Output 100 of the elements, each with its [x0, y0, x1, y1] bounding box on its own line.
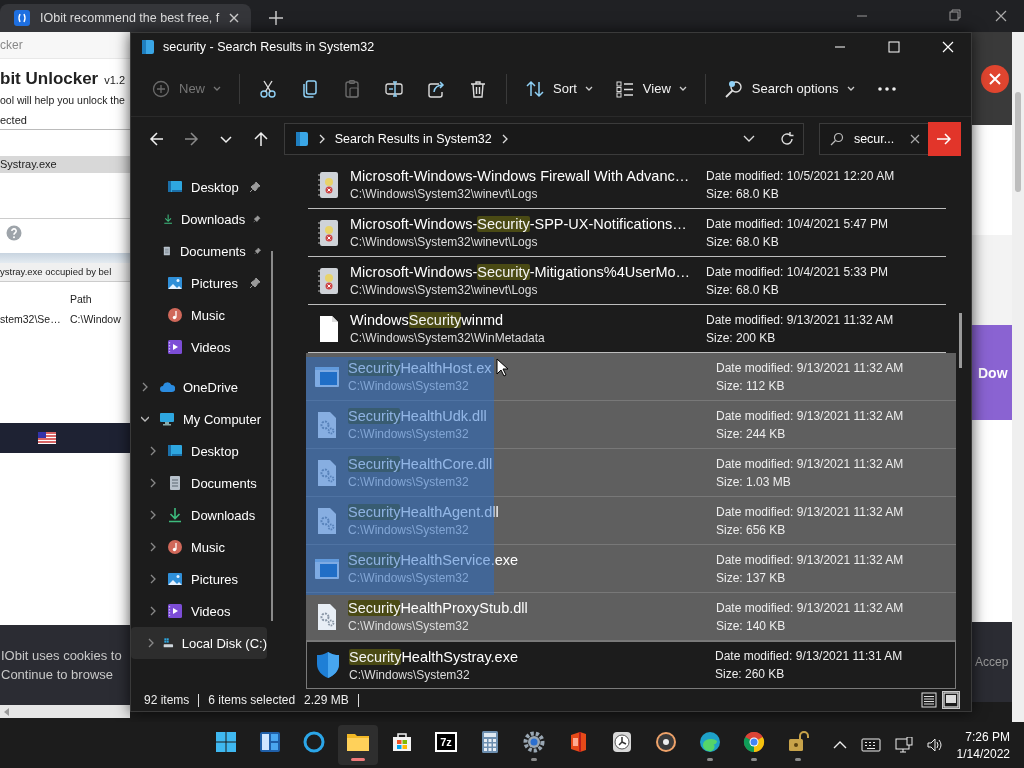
- address-bar[interactable]: Search Results in System32: [283, 123, 804, 155]
- file-path: C:\Windows\System32: [348, 523, 470, 537]
- file-path: C:\Windows\System32\winevt\Logs: [350, 235, 539, 249]
- pin-icon[interactable]: [249, 181, 261, 193]
- video-icon: [167, 339, 183, 355]
- chevron-icon[interactable]: [149, 510, 157, 520]
- file-path: C:\Windows\System32: [348, 427, 470, 441]
- download-icon: [167, 507, 183, 523]
- file-size: Size: 244 KB: [716, 426, 787, 441]
- chevron-icon[interactable]: [149, 446, 157, 456]
- view-button[interactable]: View: [604, 70, 697, 107]
- caret-icon: [584, 85, 593, 92]
- file-path: C:\Windows\System32: [349, 667, 471, 682]
- accept-button[interactable]: Accep: [972, 655, 1009, 669]
- search-options-icon: [723, 78, 744, 99]
- clear-icon[interactable]: [909, 134, 920, 144]
- clock-date[interactable]: 1/14/2022: [956, 746, 1010, 761]
- date-modified: Date modified: 9/13/2021 11:32 AM: [716, 408, 905, 423]
- nav-item[interactable]: Videos: [131, 331, 267, 363]
- horizontal-scrollbar[interactable]: [0, 705, 130, 718]
- nav-item[interactable]: Pictures: [131, 267, 267, 299]
- file-row[interactable]: Microsoft-Windows-Security-SPP-UX-Notifications… C:\Windows\System32\winevt\Logs Date modified: 10/4/2021 5:47 PM Size: 68.0 KB: [308, 209, 946, 257]
- nav-item[interactable]: Pictures: [131, 563, 267, 595]
- scrollbar-thumb[interactable]: [959, 313, 962, 368]
- volume-icon[interactable]: [926, 737, 943, 753]
- large-icons-view-icon[interactable]: [943, 692, 959, 708]
- file-size: Size: 68.0 KB: [706, 234, 780, 249]
- nav-item[interactable]: My Computer: [131, 403, 267, 435]
- cursor-icon: [496, 358, 508, 377]
- flag-icon: [38, 432, 56, 444]
- table-cell-text: stem32\Se…: [0, 313, 62, 325]
- file-row[interactable]: Microsoft-Windows-Windows Firewall With Advanc… C:\Windows\System32\winevt\Logs Date modified: 10/5/2021 12:20 AM Size: 68.0 KB: [308, 161, 946, 209]
- monitor-icon: [159, 411, 175, 427]
- clock-icon: [610, 729, 634, 754]
- close-ad-icon[interactable]: [980, 63, 1010, 94]
- scrollbar-thumb[interactable]: [1015, 92, 1021, 192]
- chevron-icon[interactable]: [149, 478, 157, 488]
- scissors-icon: [258, 78, 278, 99]
- search-field[interactable]: secur...: [818, 123, 928, 155]
- chevron-icon[interactable]: [149, 606, 157, 616]
- chevron-icon[interactable]: [141, 382, 149, 392]
- selected-file[interactable]: Systray.exe: [0, 156, 130, 173]
- chevron-icon[interactable]: [147, 638, 155, 648]
- file-path: C:\Windows\System32: [348, 379, 470, 393]
- file-row[interactable]: SecurityHealthCore.dll C:\Windows\System32 Date modified: 9/13/2021 11:32 AM Size: 1.03 MB: [306, 449, 956, 497]
- file-row[interactable]: SecurityHealthUdk.dll C:\Windows\System32 Date modified: 9/13/2021 11:32 AM Size: 244 KB: [306, 401, 956, 449]
- nav-item[interactable]: Desktop: [131, 435, 267, 467]
- vertical-scrollbar[interactable]: [1012, 32, 1024, 722]
- nav-item[interactable]: Desktop: [131, 171, 267, 203]
- video-icon: [167, 603, 183, 619]
- keyboard-icon[interactable]: [860, 738, 881, 752]
- cloud-icon: [159, 379, 175, 395]
- nav-item[interactable]: OneDrive: [131, 371, 267, 403]
- browser-tab[interactable]: IObit recommend the best free, f: [0, 4, 252, 32]
- download-button[interactable]: Dow: [972, 325, 1012, 420]
- pin-icon[interactable]: [249, 277, 261, 289]
- nav-item[interactable]: Music: [131, 299, 267, 331]
- date-modified: Date modified: 10/4/2021 5:33 PM: [706, 264, 890, 279]
- gear-icon: [522, 729, 546, 754]
- refresh-icon[interactable]: [778, 131, 795, 147]
- search-options-button[interactable]: Search options: [713, 70, 865, 107]
- pin-icon[interactable]: [253, 245, 261, 257]
- nav-item[interactable]: Downloads: [131, 203, 267, 235]
- more-icon: [876, 85, 897, 92]
- nav-item[interactable]: Downloads: [131, 499, 267, 531]
- file-size: Size: 260 KB: [715, 667, 786, 681]
- nav-item[interactable]: Documents: [131, 235, 267, 267]
- chevron-icon[interactable]: [149, 542, 157, 552]
- status-message: ystray.exe occupied by bel: [0, 263, 130, 282]
- file-row[interactable]: SecurityHealthHost.ex C:\Windows\System32 Date modified: 9/13/2021 11:32 AM Size: 112 KB: [306, 353, 956, 401]
- chevron-icon[interactable]: [149, 574, 157, 584]
- pin-icon[interactable]: [253, 213, 261, 225]
- clock-time[interactable]: 7:26 PM: [965, 729, 1010, 744]
- network-icon[interactable]: [894, 737, 913, 753]
- taskbar-button[interactable]: 7z: [426, 725, 466, 765]
- file-name: SecurityHealthHost.ex: [348, 360, 493, 376]
- details-view-icon[interactable]: [921, 692, 937, 708]
- nav-item[interactable]: Documents: [131, 467, 267, 499]
- file-row[interactable]: SecurityHealthAgent.dll C:\Windows\System32 Date modified: 9/13/2021 11:32 AM Size: 656 KB: [306, 497, 956, 545]
- file-name: SecurityHealthUdk.dll: [348, 408, 488, 424]
- date-modified: Date modified: 9/13/2021 11:32 AM: [706, 312, 895, 327]
- nav-item[interactable]: Videos: [131, 595, 267, 627]
- file-name: SecurityHealthProxyStub.dll: [348, 600, 529, 616]
- search-go-button[interactable]: [927, 122, 961, 156]
- nav-item[interactable]: Music: [131, 531, 267, 563]
- dropdown-icon[interactable]: [742, 135, 755, 143]
- nav-item[interactable]: Local Disk (C:): [131, 627, 267, 659]
- desktop-icon: [167, 443, 183, 459]
- new-tab-icon[interactable]: [269, 11, 284, 25]
- taskbar-button[interactable]: [338, 725, 378, 765]
- close-tab-icon[interactable]: [229, 13, 240, 23]
- chevron-up-icon[interactable]: [832, 741, 847, 749]
- sort-button[interactable]: Sort: [515, 70, 603, 107]
- location-icon: [141, 39, 155, 55]
- version-label: v1.2: [104, 74, 126, 86]
- chevron-icon[interactable]: [141, 414, 149, 424]
- file-row[interactable]: Microsoft-Windows-Security-Mitigations%4UserMo… C:\Windows\System32\winevt\Logs Date modified: 10/4/2021 5:33 PM Size: 68.0 KB: [308, 257, 946, 305]
- file-row[interactable]: SecurityHealthProxyStub.dll C:\Windows\System32 Date modified: 9/13/2021 11:32 AM Size: 140 KB: [306, 593, 956, 641]
- file-row[interactable]: SecurityHealthService.exe C:\Windows\System32 Date modified: 9/13/2021 11:32 AM Size: 137 KB: [306, 545, 956, 593]
- file-row[interactable]: SecurityHealthSystray.exe C:\Windows\System32 Date modified: 9/13/2021 11:31 AM Size: 260 KB: [306, 641, 956, 689]
